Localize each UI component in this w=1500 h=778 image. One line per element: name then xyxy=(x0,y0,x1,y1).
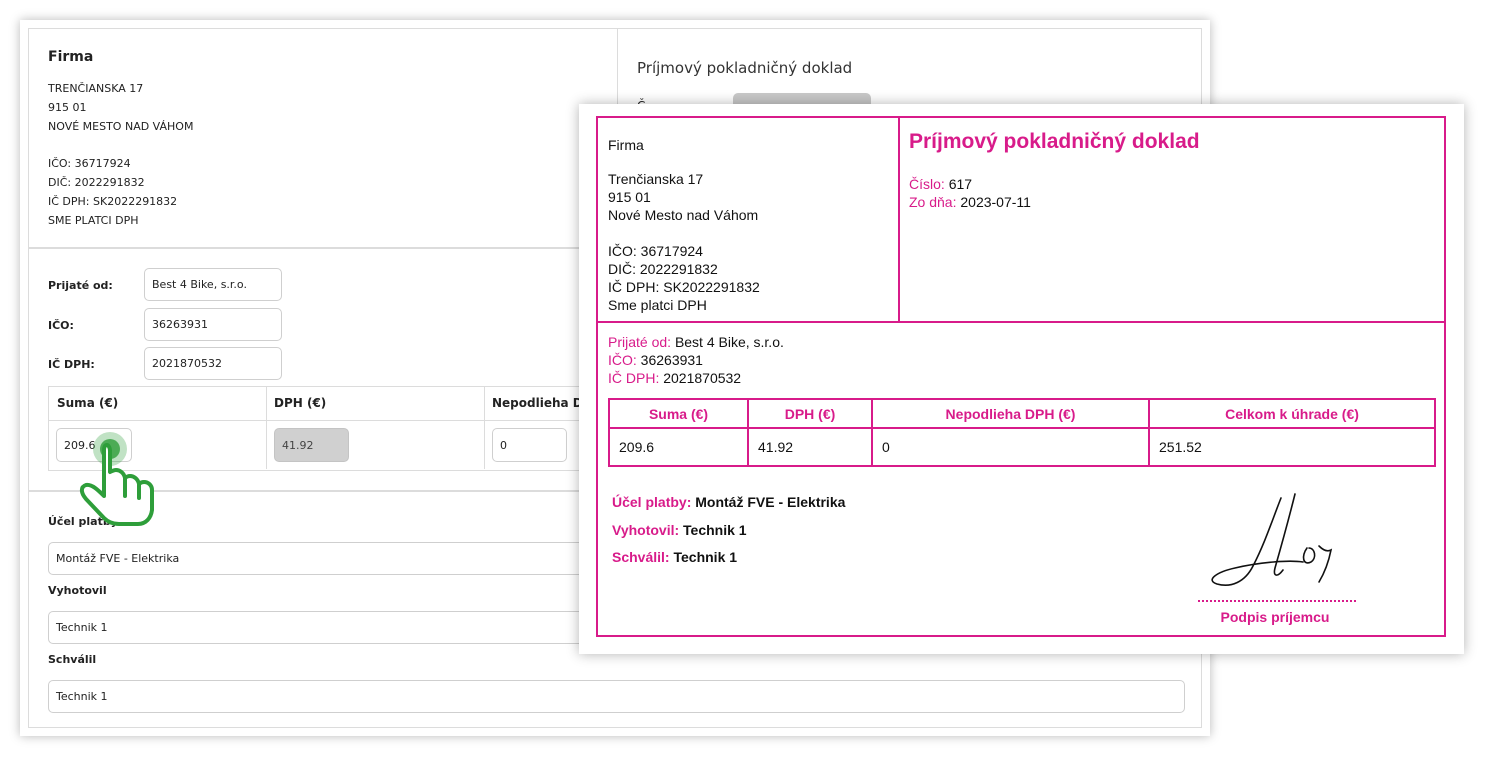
receipt-ico: IČO: 36263931 xyxy=(608,351,703,369)
approved-by-input[interactable]: Technik 1 xyxy=(48,680,1185,713)
receipt-icdph-value: 2021870532 xyxy=(663,370,742,386)
receipt-section-divider xyxy=(598,321,1444,323)
exempt-column-header: Nepodlieha D xyxy=(492,396,583,410)
receipt-preview: Firma Trenčianska 17 915 01 Nové Mesto n… xyxy=(579,104,1464,654)
receipt-prepared-value: Technik 1 xyxy=(683,522,747,538)
receipt-company-name: Firma xyxy=(608,137,644,153)
received-from-input[interactable]: Best 4 Bike, s.r.o. xyxy=(144,268,282,301)
receipt-company-icdph: IČ DPH: SK2022291832 xyxy=(608,279,760,295)
company-ico: IČO: 36717924 xyxy=(48,157,131,170)
receipt-icdph-label: IČ DPH: xyxy=(608,370,660,386)
receipt-company-address: Trenčianska 17 915 01 Nové Mesto nad Váh… xyxy=(608,170,760,314)
table-row: 209.6 41.92 0 251.52 xyxy=(608,427,1436,467)
receipt-received-from: Prijaté od: Best 4 Bike, s.r.o. xyxy=(608,333,784,351)
company-zip: 915 01 xyxy=(48,101,87,114)
company-street: TRENČIANSKA 17 xyxy=(48,82,144,95)
document-type-title: Príjmový pokladničný doklad xyxy=(637,59,853,77)
receipt-total-header: Celkom k úhrade (€) xyxy=(1148,398,1436,429)
receipt-sum-header: Suma (€) xyxy=(608,398,749,429)
receipt-purpose: Účel platby: Montáž FVE - Elektrika xyxy=(612,493,845,511)
receipt-purpose-value: Montáž FVE - Elektrika xyxy=(695,494,846,510)
receipt-company-street: Trenčianska 17 xyxy=(608,171,704,187)
icdph-label: IČ DPH: xyxy=(48,358,95,371)
receipt-date-value: 2023-07-11 xyxy=(960,194,1031,210)
receipt-received-from-value: Best 4 Bike, s.r.o. xyxy=(674,334,784,350)
exempt-input[interactable]: 0 xyxy=(492,428,567,462)
receipt-exempt-header: Nepodlieha DPH (€) xyxy=(871,398,1150,429)
received-from-label: Prijaté od: xyxy=(48,279,113,292)
prepared-by-label: Vyhotovil xyxy=(48,584,107,597)
receipt-vat-header: DPH (€) xyxy=(747,398,873,429)
receipt-prepared-label: Vyhotovil: xyxy=(612,522,680,538)
receipt-prepared-by: Vyhotovil: Technik 1 xyxy=(612,521,747,539)
receipt-sum-value: 209.6 xyxy=(608,427,749,467)
signature-line xyxy=(1198,600,1356,602)
amounts-grid-col-line-1 xyxy=(266,386,267,469)
signature-image xyxy=(1211,493,1333,586)
icdph-input[interactable]: 2021870532 xyxy=(144,347,282,380)
company-dic: DIČ: 2022291832 xyxy=(48,176,145,189)
receipt-company-dic: DIČ: 2022291832 xyxy=(608,261,718,277)
receipt-date: Zo dňa: 2023-07-11 xyxy=(909,193,1031,211)
receipt-date-label: Zo dňa: xyxy=(909,194,957,210)
receipt-number-label: Číslo: xyxy=(909,176,945,192)
receipt-table-header-row: Suma (€) DPH (€) Nepodlieha DPH (€) Celk… xyxy=(608,398,1436,429)
company-icdph: IČ DPH: SK2022291832 xyxy=(48,195,178,208)
amounts-grid-col-line-2 xyxy=(484,386,485,469)
receipt-ico-label: IČO: xyxy=(608,352,637,368)
sum-column-header: Suma (€) xyxy=(57,396,119,410)
receipt-company-zip: 915 01 xyxy=(608,189,651,205)
receipt-icdph: IČ DPH: 2021870532 xyxy=(608,369,741,387)
pointing-hand-icon xyxy=(79,432,154,526)
company-city: NOVÉ MESTO NAD VÁHOM xyxy=(48,120,194,133)
vat-input[interactable]: 41.92 xyxy=(274,428,349,462)
receipt-company-city: Nové Mesto nad Váhom xyxy=(608,207,759,223)
vat-column-header: DPH (€) xyxy=(274,396,327,410)
receipt-approved-value: Technik 1 xyxy=(673,549,738,565)
signature-label: Podpis príjemcu xyxy=(1220,609,1330,625)
receipt-title: Príjmový pokladničný doklad xyxy=(909,130,1200,153)
receipt-company-vat-status: Sme platci DPH xyxy=(608,297,707,313)
approved-by-label: Schválil xyxy=(48,653,97,666)
receipt-received-from-label: Prijaté od: xyxy=(608,334,672,350)
receipt-header-divider xyxy=(898,118,900,323)
company-vat-status: SME PLATCI DPH xyxy=(48,214,139,227)
receipt-vat-value: 41.92 xyxy=(747,427,873,467)
receipt-number-value: 617 xyxy=(948,176,973,192)
receipt-number: Číslo: 617 xyxy=(909,175,972,193)
receipt-frame: Firma Trenčianska 17 915 01 Nové Mesto n… xyxy=(596,116,1446,637)
company-name: Firma xyxy=(48,49,94,65)
receipt-amounts-table: Suma (€) DPH (€) Nepodlieha DPH (€) Celk… xyxy=(608,398,1436,467)
receipt-approved-by: Schválil: Technik 1 xyxy=(612,548,737,566)
company-address: TRENČIANSKA 17 915 01 NOVÉ MESTO NAD VÁH… xyxy=(48,79,193,230)
receipt-ico-value: 36263931 xyxy=(640,352,703,368)
receipt-purpose-label: Účel platby: xyxy=(612,494,692,510)
receipt-company-ico: IČO: 36717924 xyxy=(608,243,703,259)
ico-label: IČO: xyxy=(48,319,74,332)
ico-input[interactable]: 36263931 xyxy=(144,308,282,341)
receipt-exempt-value: 0 xyxy=(871,427,1150,467)
receipt-approved-label: Schválil: xyxy=(612,549,670,565)
receipt-total-value: 251.52 xyxy=(1148,427,1436,467)
